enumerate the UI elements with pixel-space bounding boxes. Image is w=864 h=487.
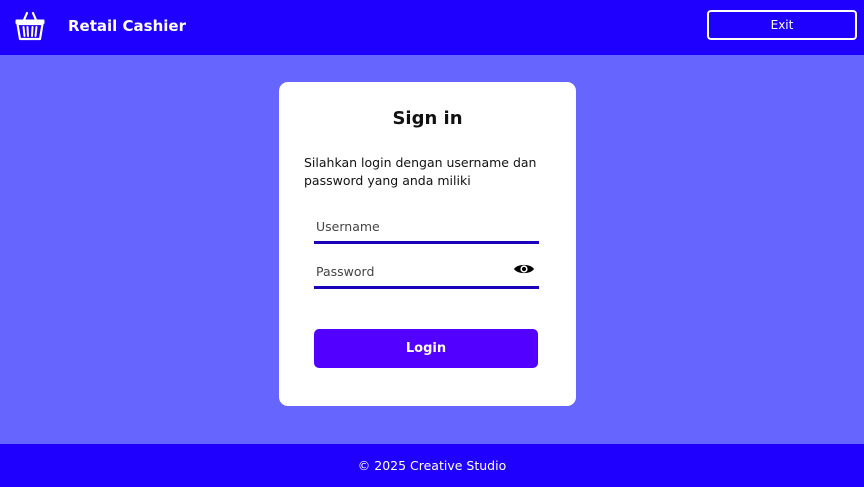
footer-copyright: © 2025 Creative Studio — [357, 458, 507, 473]
app-title: Retail Cashier — [68, 17, 186, 35]
exit-button[interactable]: Exit — [707, 10, 857, 40]
login-card: Sign in Silahkan login dengan username d… — [279, 82, 576, 406]
footer: © 2025 Creative Studio — [0, 444, 864, 487]
top-bar: Retail Cashier Exit — [0, 0, 864, 55]
sign-in-title: Sign in — [392, 108, 463, 129]
eye-icon[interactable] — [513, 262, 535, 276]
login-description: Silahkan login dengan username dan passw… — [304, 155, 537, 188]
username-input[interactable] — [314, 214, 539, 244]
login-button[interactable]: Login — [314, 329, 538, 368]
password-input[interactable] — [314, 259, 539, 289]
shopping-basket-icon — [15, 11, 45, 41]
